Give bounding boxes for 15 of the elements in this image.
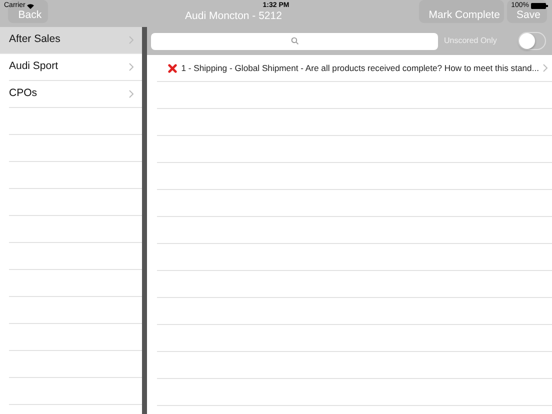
sidebar-item[interactable]: After Sales [0,27,142,54]
sidebar-item-label: Audi Sport [9,59,58,74]
question-item[interactable]: 1 - Shipping - Global Shipment - Are all products received complete? How to meet this stand... [181,62,539,74]
unscored-only-toggle[interactable] [518,32,546,50]
chevron-icon [129,36,134,44]
window-title: Audi Moncton - 5212 [185,11,282,22]
search-field[interactable] [151,32,438,50]
search-icon [290,37,299,45]
sidebar-item-label: After Sales [9,32,60,48]
chevron-icon [129,63,134,71]
chevron-icon [543,64,548,72]
sidebar-item-label: CPOs [9,86,38,102]
chevron-icon [129,90,134,98]
battery-icon [531,3,548,10]
wifi-icon [27,4,34,9]
